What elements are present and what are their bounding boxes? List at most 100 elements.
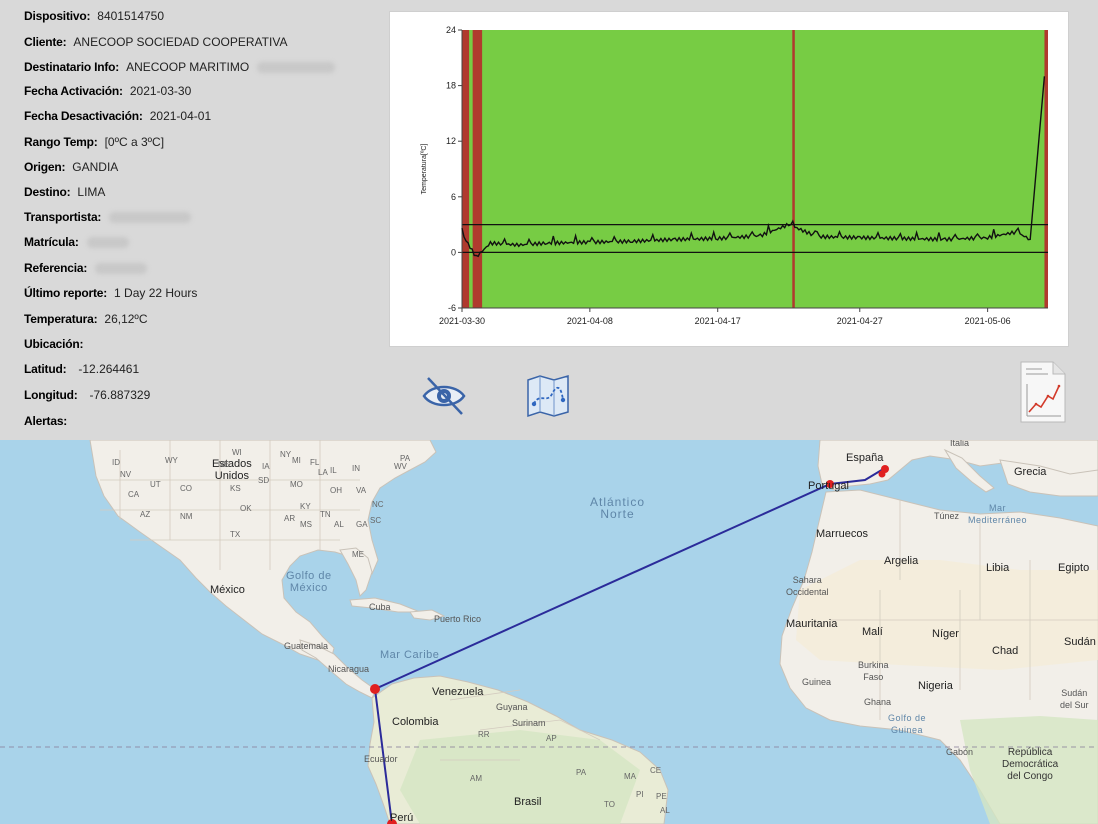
map-state-label: AL [334, 520, 344, 529]
chart-y-tick-label: 0 [451, 247, 456, 257]
map-label-sahara: Sahara Occidental [786, 575, 829, 597]
info-fecha-activacion: Fecha Activación: 2021-03-30 [24, 81, 191, 101]
map-label-tunez: Túnez [934, 511, 960, 521]
label-destinatario: Destinatario Info: [24, 60, 120, 74]
chart-report-icon[interactable] [1017, 360, 1067, 424]
map-state-label: KY [300, 502, 311, 511]
map-state-label: WV [394, 462, 407, 471]
map-state-label: TN [320, 510, 331, 519]
map-state-label: NY [280, 450, 292, 459]
info-transportista: Transportista: [24, 207, 192, 227]
land-amazon-tint [400, 730, 640, 824]
redacted-text [86, 237, 129, 249]
map-label-mexico: México [210, 584, 245, 596]
map-state-label: PA [400, 454, 411, 463]
map-state-label: NC [372, 500, 384, 509]
map-state-label: GA [356, 520, 368, 529]
map-state-label: NE [218, 460, 230, 469]
map-label-guatemala: Guatemala [284, 641, 329, 651]
chart-x-tick-label: 2021-04-08 [567, 316, 613, 326]
map-label-burkina: Burkina Faso [858, 660, 889, 682]
map-state-label: NM [180, 512, 193, 521]
map-label-al: AL [660, 806, 670, 815]
value-fecha-desactivacion: 2021-04-01 [149, 109, 212, 123]
map-label-mar-caribe: Mar Caribe [380, 649, 440, 661]
land-sahara-tint [796, 560, 1098, 670]
label-ultimo-reporte: Último reporte: [24, 286, 108, 300]
map-state-label: SD [258, 476, 270, 485]
label-referencia: Referencia: [24, 261, 88, 275]
chart-x-tick-label: 2021-05-06 [965, 316, 1011, 326]
chart-x-tick-label: 2021-04-17 [695, 316, 741, 326]
map-label-niger: Níger [932, 628, 959, 640]
value-fecha-activacion: 2021-03-30 [129, 84, 192, 98]
label-matricula: Matrícula: [24, 235, 79, 249]
map-state-label: IA [262, 462, 270, 471]
map-state-label: WY [165, 456, 178, 465]
label-rango-temp: Rango Temp: [24, 135, 98, 149]
map-state-label: MO [290, 480, 303, 489]
info-longitud: Longitud: -76.887329 [24, 385, 150, 405]
map-label-brasil: Brasil [514, 796, 542, 808]
info-ubicacion: Ubicación: [24, 334, 84, 354]
map-label-ce: CE [650, 766, 662, 775]
label-alertas: Alertas: [24, 414, 68, 428]
map-state-label: MS [300, 520, 312, 529]
value-origen: GANDIA [72, 160, 119, 174]
redacted-text [257, 62, 336, 74]
map-label-ghana: Ghana [864, 697, 892, 707]
map-label-italia: Italia [950, 440, 970, 448]
map-label-pa: PA [576, 768, 587, 777]
chart-y-tick-label: -6 [448, 303, 456, 313]
map-state-label: IN [352, 464, 360, 473]
map-label-golfo-mexico: Golfo de México [286, 570, 332, 594]
label-transportista: Transportista: [24, 210, 102, 224]
map-label-congo: República Democrática del Congo [1002, 747, 1059, 782]
label-destino: Destino: [24, 185, 71, 199]
map-label-pe: PE [656, 792, 667, 801]
info-rango-temp: Rango Temp: [0ºC a 3ºC] [24, 132, 164, 152]
chart-y-tick-label: 6 [451, 192, 456, 202]
map-label-argelia: Argelia [884, 555, 919, 567]
chart-y-tick-label: 24 [446, 25, 456, 35]
map-label-to: TO [604, 800, 615, 809]
map-label-ap: AP [546, 734, 557, 743]
map-label-gabon: Gabón [946, 747, 974, 757]
info-latitud: Latitud: -12.264461 [24, 359, 139, 379]
value-latitud: -12.264461 [78, 362, 140, 376]
route-marker-gandia-2 [878, 470, 886, 478]
info-ultimo-reporte: Último reporte: 1 Day 22 Hours [24, 283, 197, 303]
info-referencia: Referencia: [24, 258, 148, 278]
info-fecha-desactivacion: Fecha Desactivación: 2021-04-01 [24, 106, 211, 126]
map-label-libia: Libia [986, 562, 1010, 574]
map-label-guyana: Guyana [496, 702, 528, 712]
map-label-espana: España [846, 452, 884, 464]
map-label-mali: Malí [862, 626, 883, 638]
info-destinatario: Destinatario Info: ANECOOP MARITIMO [24, 57, 336, 77]
map-label-cuba: Cuba [369, 602, 391, 612]
map-label-chad: Chad [992, 645, 1019, 657]
info-cliente: Cliente: ANECOOP SOCIEDAD COOPERATIVA [24, 32, 287, 52]
map-label-marruecos: Marruecos [816, 528, 868, 540]
info-dispositivo: Dispositivo: 8401514750 [24, 6, 164, 26]
map-state-label: NV [120, 470, 132, 479]
map-label-surinam: Surinam [512, 718, 546, 728]
map-label-nicaragua: Nicaragua [328, 664, 370, 674]
temperature-chart-svg: -6 0 6 12 18 24 2021-03-30 2021-04-08 2021-04-17… [421, 25, 1048, 326]
map-label-nigeria: Nigeria [918, 680, 953, 692]
value-dispositivo: 8401514750 [97, 9, 165, 23]
map-label-guinea: Guinea [802, 677, 832, 687]
value-longitud: -76.887329 [89, 388, 151, 402]
value-cliente: ANECOOP SOCIEDAD COOPERATIVA [73, 35, 288, 49]
route-map[interactable]: Estados Unidos México Golfo de México Cu… [0, 440, 1098, 824]
redacted-text [95, 263, 148, 275]
map-state-label: WI [232, 448, 242, 457]
map-state-label: MI [292, 456, 301, 465]
map-route-icon[interactable] [525, 374, 571, 418]
temperature-chart[interactable]: -6 0 6 12 18 24 2021-03-30 2021-04-08 2021-04-17… [389, 11, 1069, 347]
eye-slash-icon[interactable] [420, 374, 468, 418]
info-origen: Origen: GANDIA [24, 157, 118, 177]
map-state-label: AZ [140, 510, 151, 519]
chart-alert-band [1044, 30, 1048, 308]
map-label-peru: Perú [390, 812, 414, 824]
